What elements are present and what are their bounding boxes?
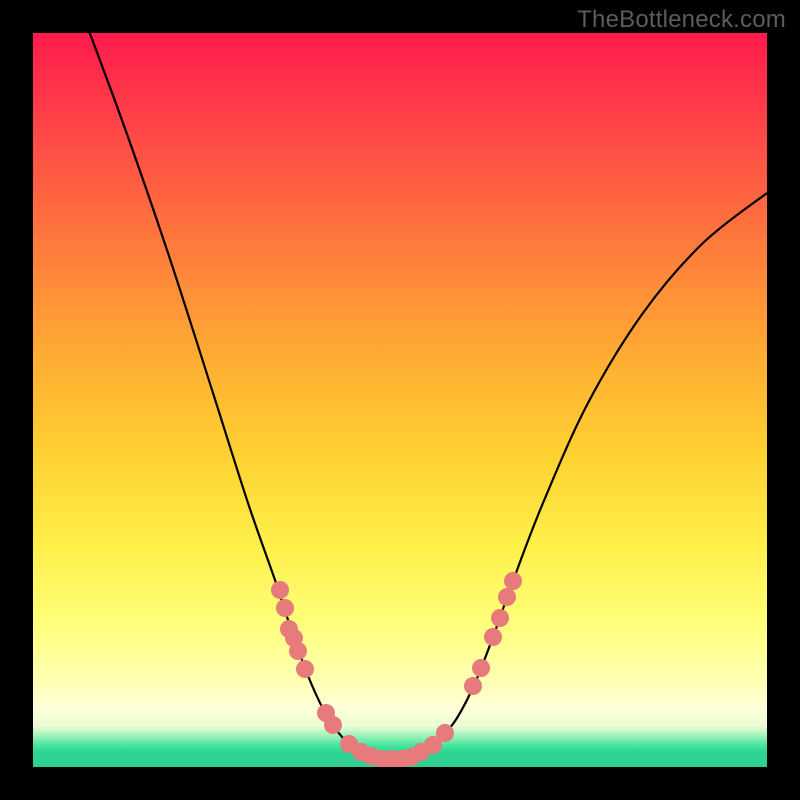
data-dot [472,659,490,677]
chart-svg [33,33,767,767]
watermark-text: TheBottleneck.com [577,6,786,34]
data-dots-group [271,572,522,767]
data-dot [271,581,289,599]
plot-area [33,33,767,767]
data-dot [464,677,482,695]
data-dot [498,588,516,606]
data-dot [436,724,454,742]
data-dot [484,628,502,646]
data-dot [324,716,342,734]
chart-frame: TheBottleneck.com [0,0,800,800]
data-dot [504,572,522,590]
data-dot [276,599,294,617]
data-dot [289,642,307,660]
bottleneck-curve [86,33,767,759]
data-dot [491,609,509,627]
data-dot [296,660,314,678]
